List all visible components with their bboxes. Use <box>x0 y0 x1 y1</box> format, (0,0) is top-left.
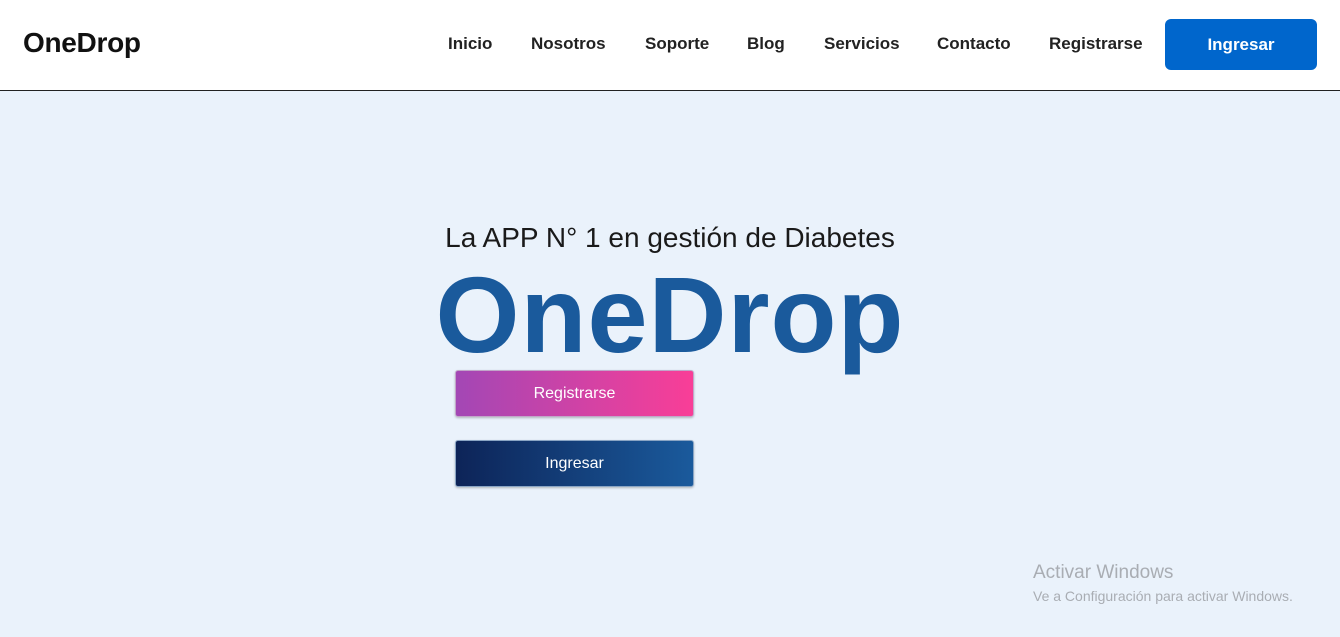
register-button[interactable]: Registrarse <box>455 370 694 417</box>
login-button[interactable]: Ingresar <box>455 440 694 487</box>
brand-logo[interactable]: OneDrop <box>23 27 141 59</box>
nav-soporte[interactable]: Soporte <box>645 34 709 54</box>
nav-contacto[interactable]: Contacto <box>937 34 1011 54</box>
watermark-subtitle: Ve a Configuración para activar Windows. <box>1033 588 1293 604</box>
navbar: OneDrop Inicio Nosotros Soporte Blog Ser… <box>0 0 1340 91</box>
hero-tagline: La APP N° 1 en gestión de Diabetes <box>445 222 895 253</box>
windows-activation-watermark: Activar Windows Ve a Configuración para … <box>1033 562 1293 606</box>
nav-blog[interactable]: Blog <box>747 34 785 54</box>
nav-registrarse[interactable]: Registrarse <box>1049 34 1143 54</box>
nav-inicio[interactable]: Inicio <box>448 34 492 54</box>
watermark-title: Activar Windows <box>1033 562 1174 583</box>
nav-servicios[interactable]: Servicios <box>824 34 900 54</box>
hero-title: OneDrop <box>435 254 905 375</box>
nav-nosotros[interactable]: Nosotros <box>531 34 606 54</box>
ingresar-button[interactable]: Ingresar <box>1165 19 1317 70</box>
